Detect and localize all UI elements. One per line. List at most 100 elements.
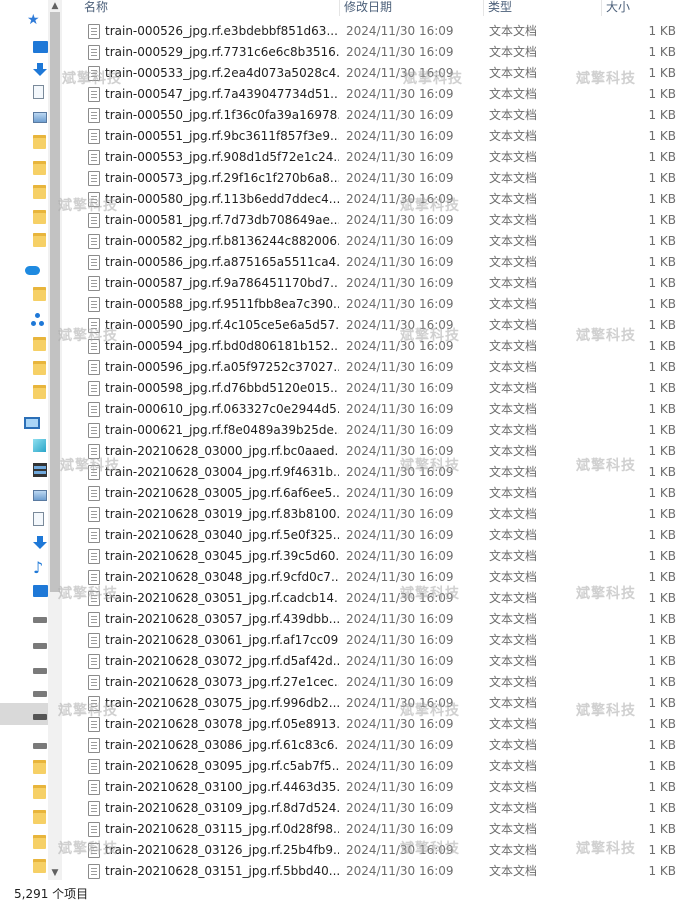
file-row[interactable]: train-000582_jpg.rf.b8136244c882006... 20…: [62, 231, 700, 252]
file-row[interactable]: train-20210628_03051_jpg.rf.cadcb14... 20…: [62, 588, 700, 609]
file-row[interactable]: train-000590_jpg.rf.4c105ce5e6a5d57... 20…: [62, 315, 700, 336]
nav-item[interactable]: [22, 106, 48, 128]
nav-item[interactable]: [22, 206, 48, 228]
nav-item[interactable]: [22, 81, 48, 103]
column-header-name[interactable]: 名称: [80, 0, 340, 16]
file-row[interactable]: train-20210628_03126_jpg.rf.25b4fb9... 20…: [62, 840, 700, 861]
file-row[interactable]: train-20210628_03086_jpg.rf.61c83c6... 20…: [62, 735, 700, 756]
file-row[interactable]: train-000551_jpg.rf.9bc3611f857f3e9... 20…: [62, 126, 700, 147]
nav-item[interactable]: ♪: [22, 557, 48, 579]
file-row[interactable]: train-000580_jpg.rf.113b6edd7ddec4... 202…: [62, 189, 700, 210]
nav-item[interactable]: [22, 680, 48, 702]
nav-item[interactable]: [22, 434, 48, 456]
scroll-down-arrow-icon[interactable]: ▼: [48, 866, 62, 880]
file-row[interactable]: train-20210628_03057_jpg.rf.439dbb... 202…: [62, 609, 700, 630]
file-row[interactable]: train-20210628_03151_jpg.rf.5bbd40... 202…: [62, 861, 700, 881]
nav-item[interactable]: [22, 855, 48, 877]
file-row[interactable]: train-000588_jpg.rf.9511fbb8ea7c390... 20…: [62, 294, 700, 315]
nav-item[interactable]: [22, 229, 48, 251]
nav-item[interactable]: [22, 181, 48, 203]
nav-item[interactable]: [22, 357, 48, 379]
nav-item[interactable]: [22, 333, 48, 355]
file-type: 文本文档: [489, 717, 538, 731]
nav-item[interactable]: [22, 532, 48, 554]
nav-item[interactable]: [22, 459, 48, 481]
file-row[interactable]: train-20210628_03040_jpg.rf.5e0f325... 20…: [62, 525, 700, 546]
nav-item[interactable]: [22, 580, 48, 602]
file-row[interactable]: train-20210628_03095_jpg.rf.c5ab7f5... 20…: [62, 756, 700, 777]
scroll-up-arrow-icon[interactable]: ▲: [48, 0, 62, 12]
file-name: train-20210628_03078_jpg.rf.05e8913...: [105, 717, 339, 731]
nav-item[interactable]: [22, 484, 48, 506]
file-row[interactable]: train-000586_jpg.rf.a875165a5511ca4... 20…: [62, 252, 700, 273]
nav-item[interactable]: [22, 259, 48, 281]
nav-item[interactable]: [22, 732, 48, 754]
folder-icon: [33, 337, 46, 351]
file-row[interactable]: train-000550_jpg.rf.1f36c0fa39a16978... 2…: [62, 105, 700, 126]
file-row[interactable]: train-000596_jpg.rf.a05f97252c37027... 20…: [62, 357, 700, 378]
nav-item[interactable]: ★: [22, 9, 48, 31]
text-file-icon: [88, 633, 100, 648]
file-row[interactable]: train-000598_jpg.rf.d76bbd5120e015... 202…: [62, 378, 700, 399]
navigation-scrollbar-thumb[interactable]: [50, 12, 60, 592]
file-type: 文本文档: [489, 297, 538, 311]
file-row[interactable]: train-000587_jpg.rf.9a786451170bd7... 202…: [62, 273, 700, 294]
file-row[interactable]: train-20210628_03005_jpg.rf.6af6ee5... 20…: [62, 483, 700, 504]
file-date: 2024/11/30 16:09: [346, 612, 454, 626]
nav-item[interactable]: [22, 412, 48, 434]
nav-item[interactable]: [22, 59, 48, 81]
nav-item[interactable]: [22, 381, 48, 403]
file-row[interactable]: train-000533_jpg.rf.2ea4d073a5028c4... 20…: [62, 63, 700, 84]
column-header-date[interactable]: 修改日期: [340, 0, 484, 16]
file-row[interactable]: train-20210628_03045_jpg.rf.39c5d60... 20…: [62, 546, 700, 567]
music-icon: ♪: [33, 558, 44, 577]
file-row[interactable]: train-20210628_03072_jpg.rf.d5af42d... 20…: [62, 651, 700, 672]
file-row[interactable]: train-20210628_03073_jpg.rf.27e1cec... 20…: [62, 672, 700, 693]
nav-item[interactable]: [22, 806, 48, 828]
file-row[interactable]: train-000594_jpg.rf.bd0d806181b152... 202…: [62, 336, 700, 357]
file-row[interactable]: train-20210628_03019_jpg.rf.83b8100... 20…: [62, 504, 700, 525]
file-row[interactable]: train-20210628_03109_jpg.rf.8d7d524... 20…: [62, 798, 700, 819]
file-size: 1 KB: [648, 339, 676, 353]
file-row[interactable]: train-000610_jpg.rf.063327c0e2944d5... 20…: [62, 399, 700, 420]
file-row[interactable]: train-20210628_03078_jpg.rf.05e8913... 20…: [62, 714, 700, 735]
nav-item[interactable]: [22, 657, 48, 679]
column-header-type[interactable]: 类型: [484, 0, 602, 16]
file-row[interactable]: train-20210628_03048_jpg.rf.9cfd0c7... 20…: [62, 567, 700, 588]
text-file-icon: [88, 297, 100, 312]
file-row[interactable]: train-20210628_03004_jpg.rf.9f4631b... 20…: [62, 462, 700, 483]
file-row[interactable]: train-20210628_03115_jpg.rf.0d28f98... 20…: [62, 819, 700, 840]
nav-item[interactable]: [22, 632, 48, 654]
nav-item[interactable]: [22, 756, 48, 778]
file-row[interactable]: train-000553_jpg.rf.908d1d5f72e1c24... 20…: [62, 147, 700, 168]
nav-item[interactable]: [22, 781, 48, 803]
file-row[interactable]: train-20210628_03100_jpg.rf.4463d35... 20…: [62, 777, 700, 798]
text-file-icon: [88, 843, 100, 858]
nav-item[interactable]: [22, 36, 48, 58]
file-row[interactable]: train-000621_jpg.rf.f8e0489a39b25de... 20…: [62, 420, 700, 441]
file-date: 2024/11/30 16:09: [346, 549, 454, 563]
nav-item[interactable]: [22, 283, 48, 305]
file-row[interactable]: train-20210628_03000_jpg.rf.bc0aaed... 20…: [62, 441, 700, 462]
file-name: train-20210628_03126_jpg.rf.25b4fb9...: [105, 843, 339, 857]
file-row[interactable]: train-20210628_03075_jpg.rf.996db2... 202…: [62, 693, 700, 714]
nav-item[interactable]: [22, 131, 48, 153]
nav-item[interactable]: [22, 831, 48, 853]
video-icon: [33, 463, 47, 477]
file-row[interactable]: train-000526_jpg.rf.e3bdebbf851d63... 202…: [62, 21, 700, 42]
nav-item[interactable]: [22, 606, 48, 628]
nav-item[interactable]: [0, 703, 48, 725]
column-header-size[interactable]: 大小: [602, 0, 692, 16]
file-row[interactable]: train-000529_jpg.rf.7731c6e6c8b3516... 20…: [62, 42, 700, 63]
nav-item[interactable]: [22, 309, 48, 331]
text-file-icon: [88, 24, 100, 39]
nav-item[interactable]: [22, 157, 48, 179]
file-type: 文本文档: [489, 759, 538, 773]
file-row[interactable]: train-000547_jpg.rf.7a439047734d51... 202…: [62, 84, 700, 105]
file-row[interactable]: train-000581_jpg.rf.7d73db708649ae... 202…: [62, 210, 700, 231]
file-row[interactable]: train-000573_jpg.rf.29f16c1f270b6a8... 20…: [62, 168, 700, 189]
file-row[interactable]: train-20210628_03061_jpg.rf.af17cc09... 2…: [62, 630, 700, 651]
folder-icon: [33, 835, 46, 849]
nav-item[interactable]: [22, 508, 48, 530]
file-size: 1 KB: [648, 570, 676, 584]
